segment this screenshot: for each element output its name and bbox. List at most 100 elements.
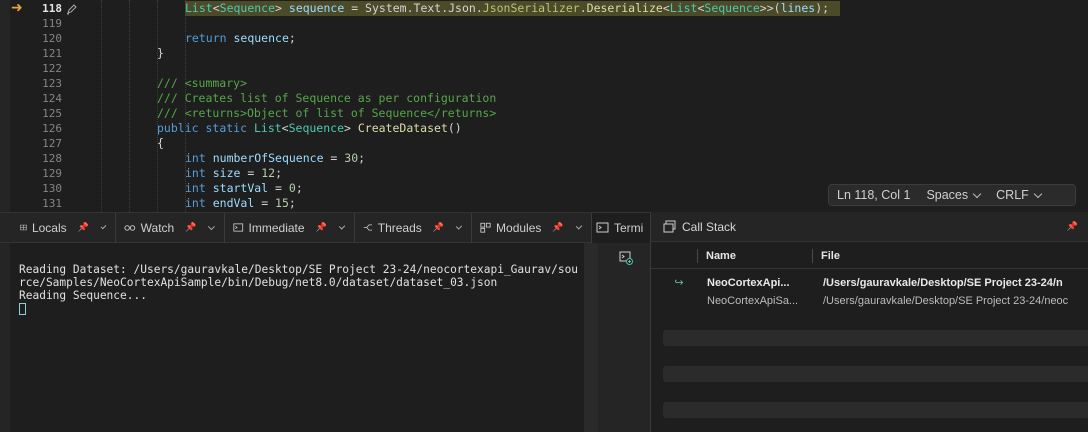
line-ending-dropdown[interactable]: CRLF <box>988 188 1049 202</box>
empty-row-placeholder <box>663 366 1088 382</box>
code-line-127[interactable]: { <box>157 136 164 151</box>
token: startVal <box>212 181 269 195</box>
pin-icon[interactable]: 📌 <box>185 222 196 233</box>
chevron-down-icon[interactable] <box>338 222 346 230</box>
empty-row-placeholder <box>663 402 1088 418</box>
token: Sequence <box>704 1 760 15</box>
call-stack-frame[interactable]: NeoCortexApiSa... /Users/gauravkale/Desk… <box>651 292 1088 309</box>
code-line-124[interactable]: /// Creates list of Sequence as per conf… <box>157 91 496 106</box>
terminal-line: rce/Samples/NeoCortexApiSample/bin/Debug… <box>19 276 498 289</box>
token: } <box>157 46 164 60</box>
token: 0 <box>288 181 296 195</box>
line-number: 119 <box>42 17 62 30</box>
token: = <box>268 181 289 195</box>
token: 30 <box>344 151 359 165</box>
tab-threads[interactable]: Threads 📌 <box>355 212 472 243</box>
token: = System.Text.Json. <box>344 1 483 15</box>
code-line-126[interactable]: public static List<Sequence> CreateDatas… <box>157 121 462 136</box>
token: () <box>447 121 462 135</box>
token: size <box>212 166 241 180</box>
call-stack-frame[interactable]: ↪ NeoCortexApi... /Users/gauravkale/Desk… <box>651 274 1088 291</box>
terminal-scrollbar[interactable] <box>584 243 598 432</box>
tab-watch[interactable]: Watch 📌 <box>116 212 225 243</box>
chevron-down-icon[interactable] <box>208 222 216 230</box>
tab-terminal[interactable]: Termi <box>592 212 650 243</box>
token: ; <box>288 196 296 210</box>
chevron-down-icon[interactable] <box>100 223 107 229</box>
code-line-120[interactable]: return sequence; <box>185 31 296 46</box>
token: 15 <box>275 196 289 210</box>
column-header-name[interactable]: Name <box>698 250 812 262</box>
line-number: 131 <box>42 197 62 210</box>
token: >>( <box>759 1 781 15</box>
token: ; <box>358 151 366 165</box>
editor-status-bar: Ln 118, Col 1 Spaces CRLF <box>828 184 1076 206</box>
token: Deserialize <box>586 1 663 15</box>
token: = <box>323 151 345 165</box>
debug-tool-tabs: Locals 📌 Watch 📌 Immediate 📌 Threads 📌 M… <box>0 212 650 243</box>
token: > <box>344 121 358 135</box>
token: sequence <box>233 31 289 45</box>
tab-label: Watch <box>140 220 175 235</box>
token: public <box>157 121 199 135</box>
chevron-down-icon[interactable] <box>575 222 583 230</box>
indentation-label: Spaces <box>926 188 969 202</box>
pin-icon[interactable]: 📌 <box>1067 221 1078 232</box>
line-number: 128 <box>42 152 62 165</box>
indentation-dropdown[interactable]: Spaces <box>918 188 988 202</box>
chevron-down-icon <box>1033 189 1043 198</box>
terminal-prompt-icon <box>233 223 244 232</box>
pin-icon[interactable]: 📌 <box>552 222 563 233</box>
line-number: 123 <box>42 77 62 90</box>
tab-label: Termi <box>614 220 644 235</box>
line-number: 126 <box>42 122 62 135</box>
column-header-file[interactable]: File <box>813 250 840 262</box>
token: < <box>662 1 670 15</box>
frame-name: NeoCortexApiSa... <box>707 294 799 307</box>
threads-icon <box>363 224 372 231</box>
line-number: 125 <box>42 107 62 120</box>
token: ; <box>295 181 303 195</box>
chevron-down-icon[interactable] <box>455 222 463 230</box>
token: List <box>185 1 213 15</box>
token: List <box>669 1 698 15</box>
tab-locals[interactable]: Locals 📌 <box>0 212 116 243</box>
new-terminal-icon[interactable] <box>619 251 633 265</box>
terminal-line: Reading Dataset: /Users/gauravkale/Deskt… <box>19 263 579 276</box>
code-editor[interactable]: ➜ 118 119 120 121 122 123 124 125 126 12… <box>0 0 1088 212</box>
execution-pointer-icon: ➜ <box>11 0 23 16</box>
pin-icon[interactable]: 📌 <box>78 222 89 233</box>
tab-modules[interactable]: Modules 📌 <box>472 212 592 243</box>
tab-label: Locals <box>31 220 67 235</box>
tab-immediate[interactable]: Immediate 📌 <box>225 212 355 243</box>
code-line-121[interactable]: } <box>157 46 164 61</box>
code-line-118[interactable]: List<Sequence> sequence = System.Text.Js… <box>185 1 829 16</box>
code-line-131[interactable]: int endVal = 15; <box>185 196 296 211</box>
token: lines <box>780 1 816 15</box>
terminal-output[interactable]: Reading Dataset: /Users/gauravkale/Deskt… <box>10 243 584 432</box>
line-number: 127 <box>42 137 62 150</box>
pin-icon[interactable]: 📌 <box>433 222 444 233</box>
terminal-side-toolbar <box>598 243 650 432</box>
token: List <box>253 121 282 135</box>
code-line-125[interactable]: /// <returns>Object of list of Sequence<… <box>157 106 496 121</box>
cursor-position[interactable]: Ln 118, Col 1 <box>829 188 918 202</box>
frame-name: NeoCortexApi... <box>707 276 790 289</box>
token: int <box>185 181 206 195</box>
frame-file: /Users/gauravkale/Desktop/SE Project 23-… <box>823 276 1063 289</box>
edit-pencil-icon[interactable] <box>66 3 78 15</box>
code-line-123[interactable]: /// <summary> <box>157 76 247 91</box>
token: = <box>240 166 262 180</box>
token: JsonSerializer <box>482 1 580 15</box>
token: = <box>254 196 276 210</box>
code-line-130[interactable]: int startVal = 0; <box>185 181 303 196</box>
code-line-129[interactable]: int size = 12; <box>185 166 282 181</box>
code-line-128[interactable]: int numberOfSequence = 30; <box>185 151 365 166</box>
pin-icon[interactable]: 📌 <box>316 222 327 233</box>
tab-label: Modules <box>496 220 542 235</box>
indent-guide <box>129 0 130 212</box>
